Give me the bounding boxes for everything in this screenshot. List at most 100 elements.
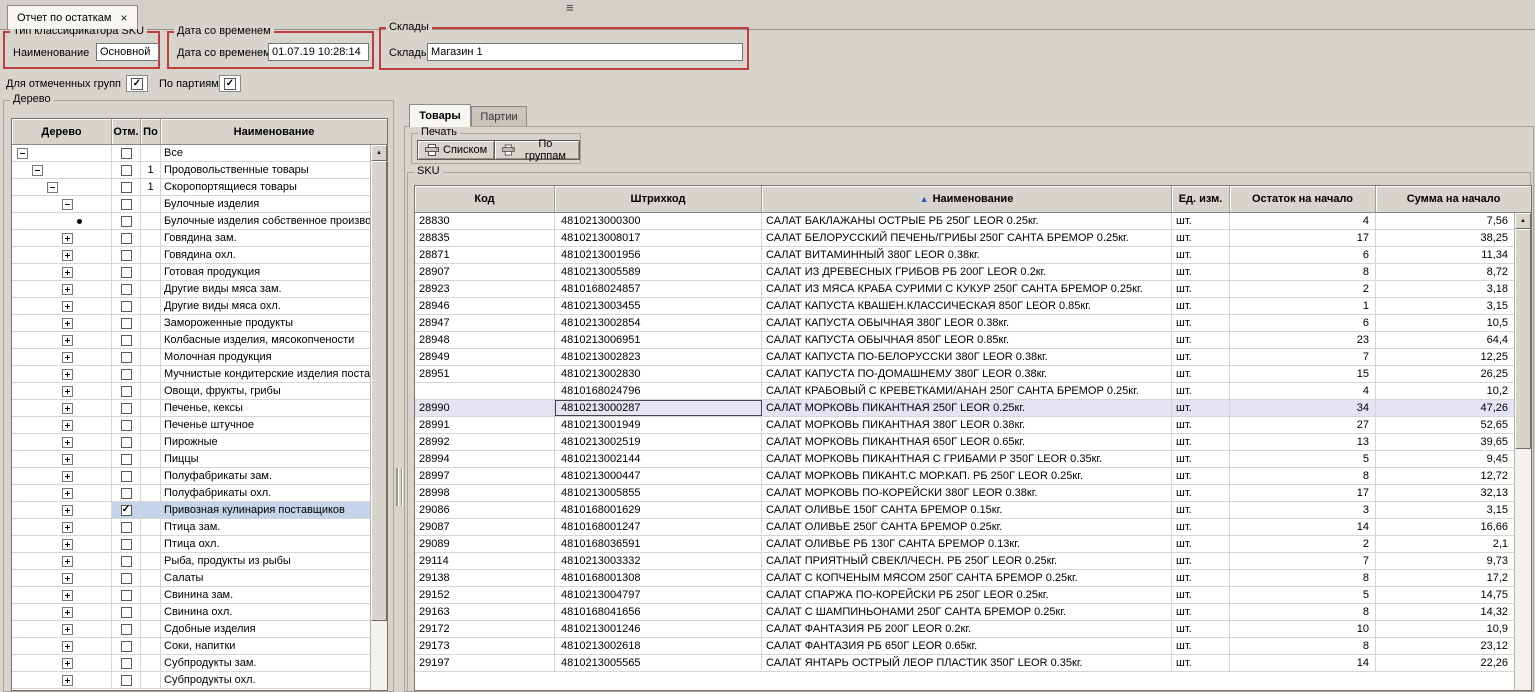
sku-row[interactable]: 289234810168024857САЛАТ ИЗ МЯСА КРАБА СУ… xyxy=(415,281,1514,298)
tree-row-checkbox[interactable] xyxy=(121,165,132,176)
sku-row[interactable]: 291724810213001246САЛАТ ФАНТАЗИЯ РБ 200Г… xyxy=(415,621,1514,638)
tree-row-checkbox[interactable] xyxy=(121,641,132,652)
expand-node-icon[interactable] xyxy=(62,641,73,652)
checked-column-header[interactable]: Отм. xyxy=(112,119,141,144)
expand-node-icon[interactable] xyxy=(62,624,73,635)
expand-node-icon[interactable] xyxy=(62,403,73,414)
tree-row-checkbox[interactable] xyxy=(121,182,132,193)
expand-node-icon[interactable] xyxy=(62,318,73,329)
tree-row-checkbox[interactable] xyxy=(121,301,132,312)
tree-row-checkbox[interactable] xyxy=(121,318,132,329)
tree-row-checkbox[interactable]: ✓ xyxy=(121,505,132,516)
expand-node-icon[interactable] xyxy=(62,658,73,669)
expand-node-icon[interactable] xyxy=(62,267,73,278)
tree-row-checkbox[interactable] xyxy=(121,369,132,380)
panel-splitter[interactable] xyxy=(396,468,403,506)
tree-row[interactable]: Субпродукты зам. xyxy=(12,655,370,672)
sku-row[interactable]: 289494810213002823САЛАТ КАПУСТА ПО-БЕЛОР… xyxy=(415,349,1514,366)
sku-row[interactable]: 291384810168001308САЛАТ С КОПЧЕНЫМ МЯСОМ… xyxy=(415,570,1514,587)
tree-row-checkbox[interactable] xyxy=(121,607,132,618)
tree-row[interactable]: Булочные изделия xyxy=(12,196,370,213)
sku-row[interactable]: 289944810213002144САЛАТ МОРКОВЬ ПИКАНТНА… xyxy=(415,451,1514,468)
tree-row[interactable]: ✓Привозная кулинария поставщиков xyxy=(12,502,370,519)
sku-row[interactable]: 289474810213002854САЛАТ КАПУСТА ОБЫЧНАЯ … xyxy=(415,315,1514,332)
tree-row[interactable]: Все xyxy=(12,145,370,162)
expand-node-icon[interactable] xyxy=(62,590,73,601)
tree-row[interactable]: Свинина зам. xyxy=(12,587,370,604)
scroll-up-button[interactable]: ▲ xyxy=(371,145,387,161)
po-column-header[interactable]: По xyxy=(141,119,161,144)
tree-row[interactable]: Молочная продукция xyxy=(12,349,370,366)
sku-row[interactable]: 291734810213002618САЛАТ ФАНТАЗИЯ РБ 650Г… xyxy=(415,638,1514,655)
tree-row-checkbox[interactable] xyxy=(121,590,132,601)
expand-node-icon[interactable] xyxy=(62,437,73,448)
tree-row[interactable]: 1Продовольственные товары xyxy=(12,162,370,179)
expand-node-icon[interactable] xyxy=(62,233,73,244)
tab-parties[interactable]: Партии xyxy=(471,106,527,126)
sku-row[interactable]: 291634810168041656САЛАТ С ШАМПИНЬОНАМИ 2… xyxy=(415,604,1514,621)
tree-row-checkbox[interactable] xyxy=(121,352,132,363)
sku-row[interactable]: 288304810213000300САЛАТ БАКЛАЖАНЫ ОСТРЫЕ… xyxy=(415,213,1514,230)
tree-row[interactable]: Готовая продукция xyxy=(12,264,370,281)
barcode-column-header[interactable]: Штрихкод xyxy=(555,186,762,212)
expand-node-icon[interactable] xyxy=(62,539,73,550)
tree-row-checkbox[interactable] xyxy=(121,250,132,261)
tree-row[interactable]: Колбасные изделия, мясокопчености xyxy=(12,332,370,349)
tree-row[interactable]: Говядина зам. xyxy=(12,230,370,247)
tree-row-checkbox[interactable] xyxy=(121,148,132,159)
tree-row[interactable]: Говядина охл. xyxy=(12,247,370,264)
qty-column-header[interactable]: Остаток на начало xyxy=(1230,186,1376,212)
warehouse-input[interactable] xyxy=(427,43,743,61)
expand-node-icon[interactable] xyxy=(62,301,73,312)
sku-row[interactable]: 291524810213004797САЛАТ СПАРЖА ПО-КОРЕЙС… xyxy=(415,587,1514,604)
sku-row[interactable]: 4810168024796САЛАТ КРАБОВЫЙ С КРЕВЕТКАМИ… xyxy=(415,383,1514,400)
expand-node-icon[interactable] xyxy=(62,675,73,686)
tree-row[interactable]: Замороженные продукты xyxy=(12,315,370,332)
sku-row[interactable]: 289924810213002519САЛАТ МОРКОВЬ ПИКАНТНА… xyxy=(415,434,1514,451)
by-batches-checkbox[interactable]: ✓ xyxy=(219,75,241,92)
marked-groups-checkbox[interactable]: ✓ xyxy=(126,75,148,92)
tree-row[interactable]: Сдобные изделия xyxy=(12,621,370,638)
tree-row-checkbox[interactable] xyxy=(121,522,132,533)
print-by-groups-button[interactable]: По группам xyxy=(494,140,580,160)
sku-row[interactable]: 291974810213005565САЛАТ ЯНТАРЬ ОСТРЫЙ ЛЕ… xyxy=(415,655,1514,672)
scroll-thumb[interactable] xyxy=(371,161,387,621)
close-icon[interactable]: × xyxy=(120,12,127,24)
expand-node-icon[interactable] xyxy=(62,488,73,499)
tree-row[interactable]: Птица зам. xyxy=(12,519,370,536)
tree-column-header[interactable]: Дерево xyxy=(12,119,112,144)
tree-row[interactable]: Пирожные xyxy=(12,434,370,451)
tree-row-checkbox[interactable] xyxy=(121,386,132,397)
sku-row[interactable]: 289904810213000287САЛАТ МОРКОВЬ ПИКАНТНА… xyxy=(415,400,1514,417)
tree-row-checkbox[interactable] xyxy=(121,573,132,584)
sku-row[interactable]: 289464810213003455САЛАТ КАПУСТА КВАШЕН.К… xyxy=(415,298,1514,315)
scroll-thumb[interactable] xyxy=(1515,229,1531,449)
scroll-up-button[interactable]: ▲ xyxy=(1515,213,1531,229)
expand-node-icon[interactable] xyxy=(62,352,73,363)
expand-node-icon[interactable] xyxy=(62,522,73,533)
tree-row[interactable]: Соки, напитки xyxy=(12,638,370,655)
tree-row[interactable]: 1Скоропортящиеся товары xyxy=(12,179,370,196)
tree-row[interactable]: Свинина охл. xyxy=(12,604,370,621)
expand-node-icon[interactable] xyxy=(62,471,73,482)
expand-node-icon[interactable] xyxy=(62,386,73,397)
tree-row-checkbox[interactable] xyxy=(121,454,132,465)
sku-row[interactable]: 290894810168036591САЛАТ ОЛИВЬЕ РБ 130Г С… xyxy=(415,536,1514,553)
tab-goods[interactable]: Товары xyxy=(409,104,471,127)
expand-node-icon[interactable] xyxy=(62,369,73,380)
unit-column-header[interactable]: Ед. изм. xyxy=(1172,186,1230,212)
sku-row[interactable]: 289984810213005855САЛАТ МОРКОВЬ ПО-КОРЕЙ… xyxy=(415,485,1514,502)
expand-node-icon[interactable] xyxy=(62,284,73,295)
sku-scrollbar[interactable]: ▲ xyxy=(1514,213,1531,690)
collapse-node-icon[interactable] xyxy=(32,165,43,176)
datetime-input[interactable] xyxy=(268,43,369,61)
tree-row[interactable]: Булочные изделия собственное производств xyxy=(12,213,370,230)
tree-row-checkbox[interactable] xyxy=(121,488,132,499)
tree-row[interactable]: Птица охл. xyxy=(12,536,370,553)
collapse-node-icon[interactable] xyxy=(47,182,58,193)
sku-row[interactable]: 289484810213006951САЛАТ КАПУСТА ОБЫЧНАЯ … xyxy=(415,332,1514,349)
sku-row[interactable]: 288354810213008017САЛАТ БЕЛОРУССКИЙ ПЕЧЕ… xyxy=(415,230,1514,247)
expand-node-icon[interactable] xyxy=(62,335,73,346)
name-column-header[interactable]: ▲ Наименование xyxy=(762,186,1172,212)
sum-column-header[interactable]: Сумма на начало xyxy=(1376,186,1531,212)
